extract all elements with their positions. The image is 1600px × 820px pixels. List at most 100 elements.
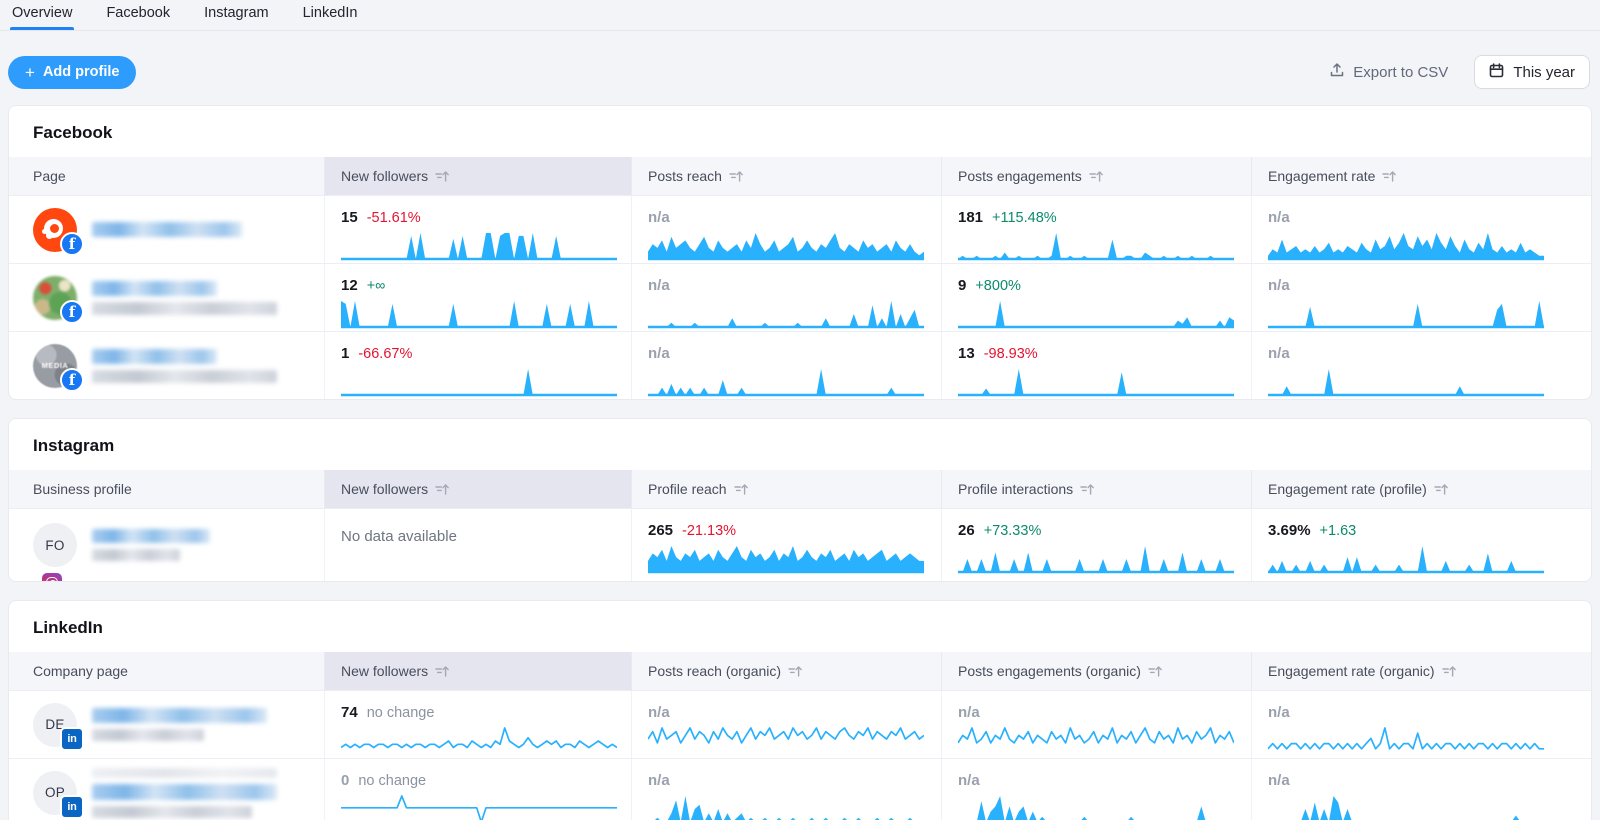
column-header-business-profile: Business profile bbox=[9, 470, 324, 508]
sort-icon bbox=[1434, 482, 1449, 496]
column-header-profile-interactions[interactable]: Profile interactions bbox=[941, 470, 1251, 508]
sparkline-chart bbox=[1268, 299, 1544, 329]
metric-cell-posts-reach-organic: n/a bbox=[631, 759, 941, 820]
column-header-new-followers[interactable]: New followers bbox=[324, 652, 631, 690]
metric-value: 181 bbox=[958, 209, 983, 226]
tab-instagram[interactable]: Instagram bbox=[202, 0, 270, 30]
column-header-company-page: Company page bbox=[9, 652, 324, 690]
table-row: f 12 +∞ n/a 9+800% n/a bbox=[9, 263, 1591, 331]
metric-value: n/a bbox=[958, 704, 980, 721]
date-range-button[interactable]: This year bbox=[1474, 55, 1590, 89]
sparkline-chart bbox=[648, 299, 924, 329]
profile-cell[interactable]: OP in bbox=[9, 759, 324, 820]
metric-value: 0 bbox=[341, 772, 349, 789]
sparkline-chart bbox=[341, 726, 617, 756]
column-header-engagement-rate-organic[interactable]: Engagement rate (organic) bbox=[1251, 652, 1591, 690]
table-row: MEDIA f 1-66.67% n/a 13-98.93% n/a bbox=[9, 331, 1591, 399]
column-header-posts-reach-organic[interactable]: Posts reach (organic) bbox=[631, 652, 941, 690]
column-header-new-followers[interactable]: New followers bbox=[324, 470, 631, 508]
column-header-engagement-rate-profile[interactable]: Engagement rate (profile) bbox=[1251, 470, 1591, 508]
metric-change: no change bbox=[358, 773, 426, 789]
column-header-posts-engagements-organic[interactable]: Posts engagements (organic) bbox=[941, 652, 1251, 690]
top-tab-bar: Overview Facebook Instagram LinkedIn bbox=[0, 0, 1600, 31]
redacted-profile-name bbox=[92, 222, 242, 237]
profile-cell[interactable]: MEDIA f bbox=[9, 332, 324, 399]
avatar: DE in bbox=[33, 703, 77, 747]
metric-change: -66.67% bbox=[358, 346, 412, 362]
sparkline-chart bbox=[958, 544, 1234, 574]
profile-cell[interactable]: f bbox=[9, 264, 324, 331]
avatar: FO bbox=[33, 523, 77, 567]
metric-value: 26 bbox=[958, 522, 975, 539]
metric-value: 3.69% bbox=[1268, 522, 1311, 539]
avatar: f bbox=[33, 208, 77, 252]
metric-change: +∞ bbox=[367, 278, 386, 294]
column-header-posts-reach[interactable]: Posts reach bbox=[631, 157, 941, 195]
tab-facebook[interactable]: Facebook bbox=[104, 0, 172, 30]
column-header-engagement-rate[interactable]: Engagement rate bbox=[1251, 157, 1591, 195]
metric-cell-posts-engagements: 9+800% bbox=[941, 264, 1251, 331]
sort-icon bbox=[729, 169, 744, 183]
metric-cell-engagement-rate-profile: 3.69% +1.63 bbox=[1251, 509, 1591, 581]
metric-cell-posts-engagements-organic: n/a bbox=[941, 759, 1251, 820]
table-row: f 15-51.61% n/a 181+115.48% n/a bbox=[9, 195, 1591, 263]
sparkline-chart bbox=[648, 367, 924, 397]
sparkline-chart bbox=[341, 299, 617, 329]
export-label: Export to CSV bbox=[1353, 64, 1448, 81]
metric-value: 74 bbox=[341, 704, 358, 721]
metric-cell-posts-engagements: 181 +115.48% bbox=[941, 196, 1251, 263]
metric-cell-new-followers: 12 +∞ bbox=[324, 264, 631, 331]
sparkline-chart bbox=[648, 726, 924, 756]
instagram-section-card: Instagram Business profile New followers… bbox=[8, 418, 1592, 582]
metric-change: +115.48% bbox=[992, 210, 1057, 226]
metric-cell-new-followers: No data available bbox=[324, 509, 631, 581]
metric-value: n/a bbox=[1268, 277, 1290, 294]
no-data-label: No data available bbox=[341, 528, 457, 545]
metric-cell-posts-reach-organic: n/a bbox=[631, 691, 941, 758]
redacted-profile-name bbox=[92, 708, 267, 741]
metric-value: n/a bbox=[1268, 772, 1290, 789]
tab-overview[interactable]: Overview bbox=[10, 0, 74, 30]
facebook-section-card: Facebook Page New followers Posts reach … bbox=[8, 105, 1592, 400]
column-header-profile-reach[interactable]: Profile reach bbox=[631, 470, 941, 508]
metric-value: n/a bbox=[958, 772, 980, 789]
metric-value: 265 bbox=[648, 522, 673, 539]
metric-change: +1.63 bbox=[1320, 523, 1357, 539]
redacted-profile-name bbox=[92, 281, 277, 315]
instagram-section-title: Instagram bbox=[9, 419, 1591, 470]
metric-change: -51.61% bbox=[367, 210, 421, 226]
sort-icon bbox=[435, 169, 450, 183]
add-profile-button[interactable]: + Add profile bbox=[8, 56, 136, 89]
sort-icon bbox=[1080, 482, 1095, 496]
metric-cell-new-followers: 0 no change bbox=[324, 759, 631, 820]
metric-value: 12 bbox=[341, 277, 358, 294]
sparkline-chart bbox=[958, 299, 1234, 329]
metric-cell-new-followers: 1-66.67% bbox=[324, 332, 631, 399]
metric-change: +800% bbox=[975, 278, 1021, 294]
profile-cell[interactable]: DE in bbox=[9, 691, 324, 758]
facebook-badge-icon: f bbox=[60, 232, 84, 256]
sparkline-chart bbox=[1268, 726, 1544, 756]
export-to-csv-button[interactable]: Export to CSV bbox=[1329, 62, 1448, 82]
redacted-profile-name bbox=[92, 529, 210, 561]
metric-value: n/a bbox=[648, 277, 670, 294]
avatar: OP in bbox=[33, 771, 77, 815]
sort-icon bbox=[435, 664, 450, 678]
plus-icon: + bbox=[25, 64, 35, 81]
sort-icon bbox=[1089, 169, 1104, 183]
table-row: DE in 74no change n/a n/a n/a bbox=[9, 690, 1591, 758]
profile-cell[interactable]: f bbox=[9, 196, 324, 263]
avatar: MEDIA f bbox=[33, 344, 77, 388]
sparkline-chart bbox=[958, 794, 1234, 820]
metric-value: n/a bbox=[648, 704, 670, 721]
column-header-new-followers[interactable]: New followers bbox=[324, 157, 631, 195]
add-profile-label: Add profile bbox=[43, 64, 120, 80]
column-header-posts-engagements[interactable]: Posts engagements bbox=[941, 157, 1251, 195]
sparkline-chart bbox=[341, 367, 617, 397]
metric-cell-engagement-rate-organic: n/a bbox=[1251, 759, 1591, 820]
export-icon bbox=[1329, 62, 1345, 82]
profile-cell[interactable]: FO bbox=[9, 509, 324, 581]
toolbar: + Add profile Export to CSV This year bbox=[8, 55, 1590, 89]
sort-icon bbox=[1382, 169, 1397, 183]
tab-linkedin[interactable]: LinkedIn bbox=[301, 0, 360, 30]
